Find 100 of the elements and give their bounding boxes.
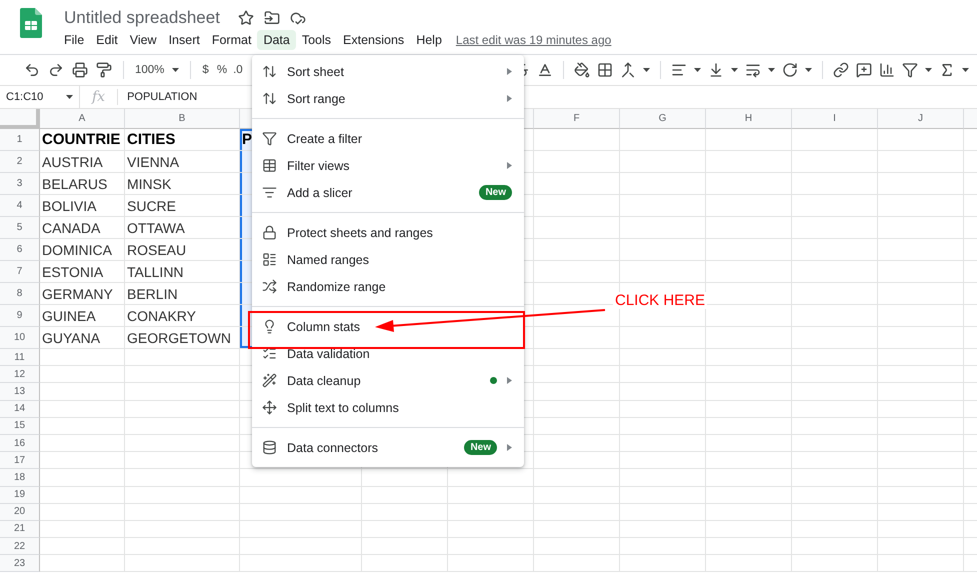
chart-icon[interactable]: [879, 62, 895, 78]
column-header[interactable]: G: [620, 109, 706, 129]
dropdown-caret-icon: [768, 68, 775, 72]
row-header[interactable]: 6: [0, 239, 40, 261]
row-header[interactable]: 19: [0, 486, 40, 504]
column-header[interactable]: H: [706, 109, 792, 129]
menu-option[interactable]: Add a slicer New: [252, 179, 524, 206]
row-header[interactable]: 7: [0, 261, 40, 283]
table-cell: ROSEAU: [125, 239, 240, 261]
row-header[interactable]: 16: [0, 434, 40, 452]
dropdown-caret-icon: [172, 68, 180, 72]
filter-icon[interactable]: [902, 62, 918, 78]
row-header[interactable]: 21: [0, 520, 40, 538]
table-cell: CITIES: [125, 129, 240, 151]
dropdown-caret-icon: [643, 68, 650, 72]
redo-icon[interactable]: [48, 62, 64, 78]
fx-label: fx: [80, 89, 118, 105]
menu-item[interactable]: View: [124, 30, 163, 50]
menu-option[interactable]: Split text to columns: [252, 394, 524, 421]
star-icon[interactable]: [238, 10, 254, 26]
spreadsheet-logo-icon[interactable]: [20, 8, 42, 38]
text-color-icon[interactable]: [537, 62, 553, 78]
row-header[interactable]: 5: [0, 217, 40, 239]
menu-option[interactable]: Data cleanup: [252, 367, 524, 394]
table-cell: OTTAWA: [125, 217, 240, 239]
dropdown-caret-icon: [731, 68, 738, 72]
row-header[interactable]: 3: [0, 173, 40, 195]
table-cell: DOMINICA: [40, 239, 125, 261]
column-header[interactable]: F: [534, 109, 620, 129]
menu-option[interactable]: Sort range: [252, 85, 524, 112]
menu-item[interactable]: Format: [206, 30, 258, 50]
column-header[interactable]: I: [792, 109, 878, 129]
formula-input[interactable]: POPULATION: [118, 91, 198, 103]
menu-item[interactable]: File: [58, 30, 90, 50]
column-header[interactable]: A: [40, 109, 125, 129]
row-header[interactable]: 17: [0, 452, 40, 470]
move-folder-icon[interactable]: [264, 10, 280, 26]
row-header[interactable]: 13: [0, 383, 40, 401]
table-cell: GERMANY: [40, 283, 125, 305]
row-header[interactable]: 20: [0, 504, 40, 521]
row-header[interactable]: 12: [0, 366, 40, 384]
menu-option[interactable]: Data validation: [252, 340, 524, 367]
zoom-dropdown[interactable]: 100%: [135, 64, 164, 76]
vertical-align-icon[interactable]: [708, 62, 724, 78]
row-header[interactable]: 15: [0, 418, 40, 435]
row-header[interactable]: 22: [0, 538, 40, 556]
table-cell: GEORGETOWN: [125, 327, 240, 349]
column-header[interactable]: B: [125, 109, 240, 129]
text-rotation-icon[interactable]: [782, 62, 798, 78]
row-header[interactable]: 4: [0, 195, 40, 217]
menu-item[interactable]: Insert: [162, 30, 206, 50]
row-header[interactable]: 1: [0, 129, 40, 151]
decimal-format-button[interactable]: .0: [233, 64, 243, 76]
menu-option[interactable]: Protect sheets and ranges: [252, 219, 524, 246]
paint-format-icon[interactable]: [96, 62, 112, 78]
row-header[interactable]: 14: [0, 400, 40, 418]
dropdown-caret-icon: [925, 68, 932, 72]
cloud-icon[interactable]: [290, 10, 306, 26]
row-header[interactable]: 23: [0, 555, 40, 572]
table-cell: BERLIN: [125, 283, 240, 305]
row-header[interactable]: 2: [0, 151, 40, 173]
menu-option[interactable]: Filter views: [252, 152, 524, 179]
name-box[interactable]: C1:C10: [0, 86, 80, 108]
document-title[interactable]: Untitled spreadsheet: [64, 8, 220, 28]
comment-icon[interactable]: [856, 62, 872, 78]
menu-item[interactable]: Edit: [90, 30, 124, 50]
menu-option[interactable]: Sort sheet: [252, 58, 524, 85]
print-icon[interactable]: [72, 62, 88, 78]
undo-icon[interactable]: [24, 62, 40, 78]
percent-format-button[interactable]: %: [216, 64, 228, 76]
menu-option[interactable]: Data connectors New: [252, 434, 524, 461]
fill-color-icon[interactable]: [574, 62, 590, 78]
table-cell: CONAKRY: [125, 305, 240, 327]
row-header[interactable]: 11: [0, 349, 40, 366]
menu-item[interactable]: Data: [257, 30, 296, 50]
table-cell: GUINEA: [40, 305, 125, 327]
currency-format-button[interactable]: $: [202, 64, 209, 76]
menu-item[interactable]: Tools: [296, 30, 338, 50]
menu-option[interactable]: Randomize range: [252, 273, 524, 300]
row-header[interactable]: 18: [0, 469, 40, 486]
table-cell: BOLIVIA: [40, 195, 125, 217]
table-cell: ESTONIA: [40, 261, 125, 283]
table-cell: GUYANA: [40, 327, 125, 349]
borders-icon[interactable]: [597, 62, 613, 78]
menu-item[interactable]: Help: [410, 30, 448, 50]
link-icon[interactable]: [833, 62, 849, 78]
dropdown-caret-icon: [805, 68, 812, 72]
menu-item[interactable]: Extensions: [337, 30, 410, 50]
row-header[interactable]: 9: [0, 305, 40, 327]
last-edit-link[interactable]: Last edit was 19 minutes ago: [456, 33, 612, 47]
menu-option[interactable]: Named ranges: [252, 246, 524, 273]
text-wrap-icon[interactable]: [745, 62, 761, 78]
table-cell: MINSK: [125, 173, 240, 195]
align-left-icon[interactable]: [671, 62, 687, 78]
merge-icon[interactable]: [620, 62, 636, 78]
row-header[interactable]: 8: [0, 283, 40, 305]
column-header[interactable]: J: [878, 109, 964, 129]
table-cell: COUNTRIE: [40, 129, 125, 151]
dropdown-caret-icon: [66, 95, 73, 99]
row-header[interactable]: 10: [0, 327, 40, 349]
